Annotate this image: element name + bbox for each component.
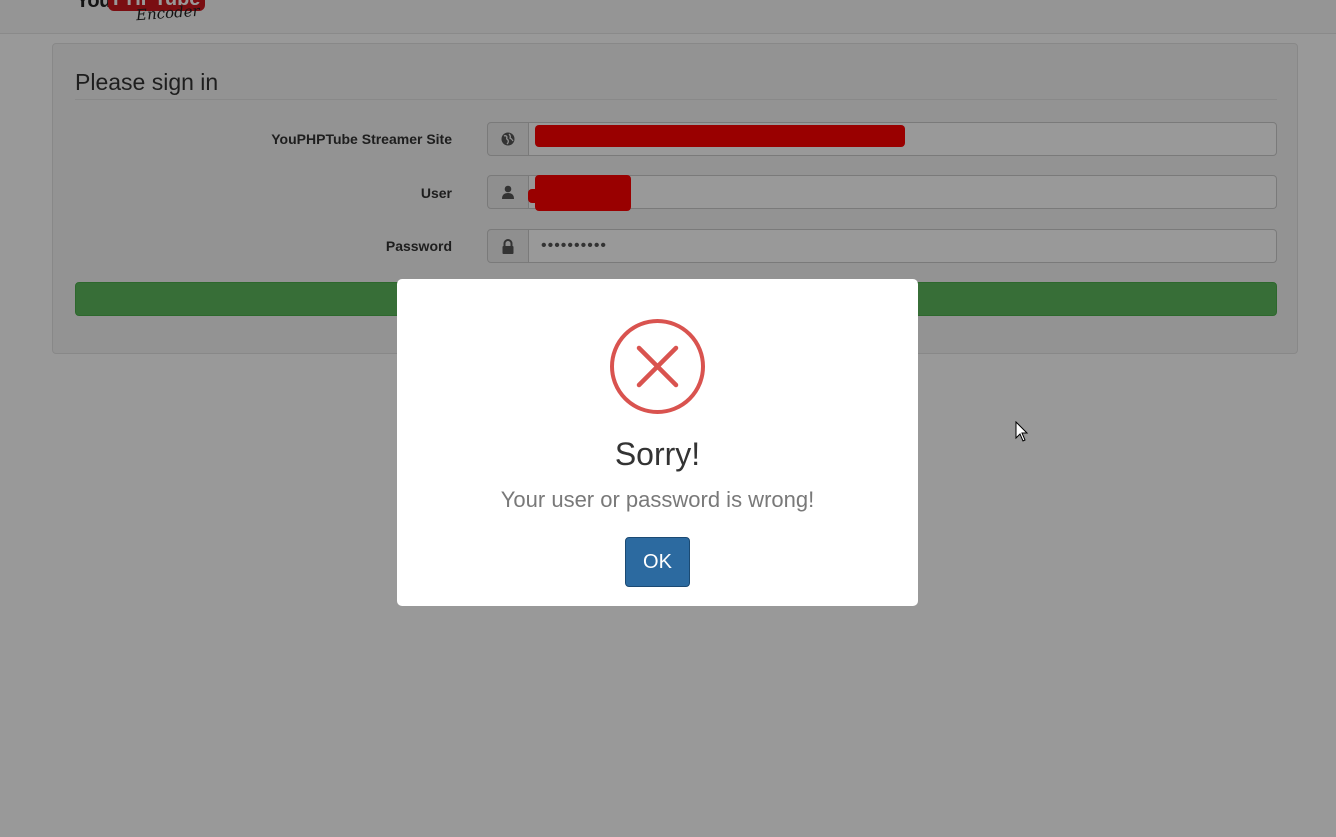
error-x-icon <box>610 319 705 414</box>
ok-button[interactable]: OK <box>625 537 690 587</box>
error-dialog: Sorry! Your user or password is wrong! O… <box>397 279 918 606</box>
dialog-title: Sorry! <box>614 436 701 472</box>
dialog-message: Your user or password is wrong! <box>500 487 815 512</box>
mouse-cursor-icon <box>1015 421 1029 442</box>
page: You PHPTube Encoder Please sign in YouPH… <box>0 0 1336 837</box>
